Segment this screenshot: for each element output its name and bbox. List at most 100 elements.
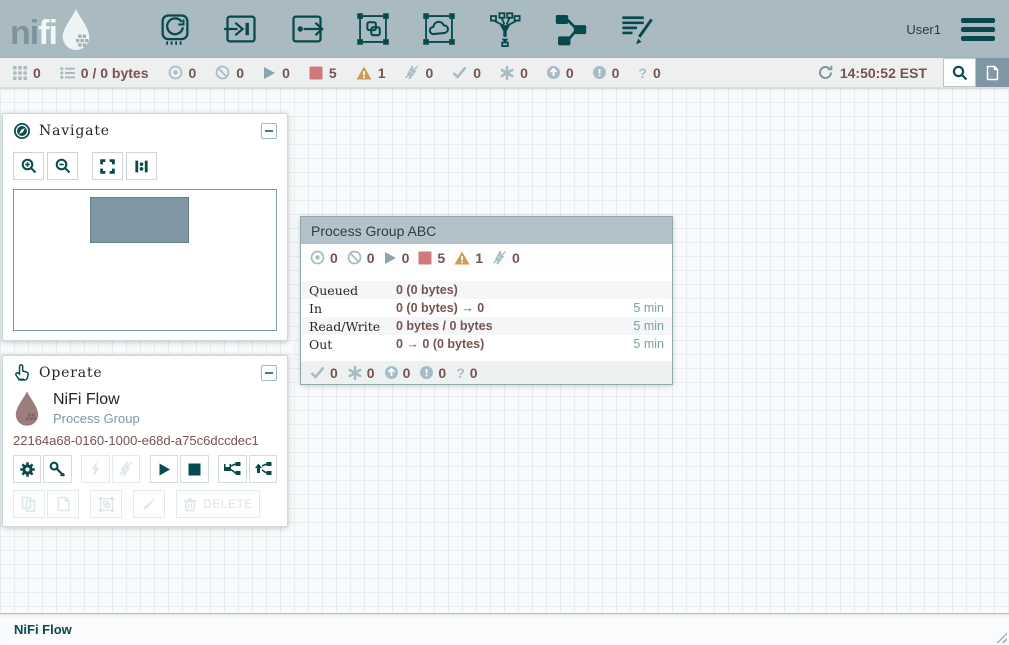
disable-button bbox=[112, 455, 140, 483]
pg-row-out: Out 0 → 0 (0 bytes) 5 min bbox=[301, 335, 672, 353]
process-group-stats: 0 0 0 5 bbox=[301, 244, 672, 271]
hand-pointer-icon bbox=[13, 364, 31, 382]
trash-icon bbox=[183, 497, 197, 512]
start-button[interactable] bbox=[150, 455, 178, 483]
template-icon[interactable] bbox=[552, 10, 590, 48]
process-group-icon[interactable] bbox=[354, 10, 392, 48]
delete-button: DELETE bbox=[176, 490, 260, 518]
sync-failure-icon: ? bbox=[456, 366, 465, 380]
selected-component-name: NiFi Flow bbox=[53, 391, 140, 409]
delete-button-label: DELETE bbox=[203, 497, 253, 511]
configure-button[interactable] bbox=[13, 455, 41, 483]
locally-modified-stat: 0 bbox=[500, 65, 528, 81]
refresh-icon bbox=[818, 65, 833, 80]
note-icon bbox=[985, 65, 1000, 81]
selected-component-summary: NiFi Flow Process Group bbox=[13, 390, 277, 426]
birdseye-viewport-rect[interactable] bbox=[90, 197, 189, 243]
transmitting-stat: 0 bbox=[168, 65, 197, 81]
funnel-icon[interactable] bbox=[486, 10, 524, 48]
navigate-collapse-button[interactable] bbox=[261, 123, 277, 139]
locally-modified-icon bbox=[500, 66, 514, 80]
logo-text-ni: ni bbox=[10, 14, 38, 52]
running-stat: 0 bbox=[263, 65, 290, 81]
selected-component-id: 22164a68-0160-1000-e68d-a75c6dccdec1 bbox=[13, 433, 277, 448]
processor-icon[interactable] bbox=[156, 10, 194, 48]
navigate-toolbar bbox=[13, 152, 287, 180]
stale-icon bbox=[547, 66, 560, 79]
active-threads-stat: 0 bbox=[13, 65, 41, 81]
zoom-out-button[interactable] bbox=[47, 152, 78, 180]
pg-stale-stat: 0 bbox=[385, 365, 411, 381]
gear-icon bbox=[19, 461, 36, 478]
invalid-stat: 1 bbox=[356, 65, 386, 81]
upload-template-button[interactable] bbox=[249, 455, 277, 483]
compass-icon bbox=[13, 122, 31, 140]
stop-button[interactable] bbox=[180, 455, 208, 483]
operate-panel: Operate NiFi Flow Process Group 22164a68… bbox=[2, 355, 288, 527]
flow-settings-button[interactable] bbox=[976, 58, 1009, 87]
zoom-fit-button[interactable] bbox=[92, 152, 123, 180]
navigate-header: Navigate bbox=[3, 114, 287, 146]
nifi-logo: nifi bbox=[0, 8, 120, 50]
up-to-date-icon bbox=[310, 366, 325, 379]
birdseye-outline[interactable] bbox=[13, 189, 277, 331]
process-group-component[interactable]: Process Group ABC 0 0 0 bbox=[300, 216, 673, 385]
key-icon bbox=[49, 461, 66, 478]
status-items: 0 0 / 0 bytes 0 bbox=[0, 58, 661, 87]
queued-icon bbox=[60, 66, 75, 80]
status-bar-right: 14:50:52 EST bbox=[818, 58, 1009, 87]
stopped-icon bbox=[418, 251, 432, 265]
operate-collapse-button[interactable] bbox=[261, 365, 277, 381]
remote-process-group-icon[interactable] bbox=[420, 10, 458, 48]
operate-header: Operate bbox=[3, 356, 287, 388]
refresh-button[interactable]: 14:50:52 EST bbox=[818, 58, 943, 87]
locally-modified-stale-stat: 0 bbox=[593, 65, 620, 81]
last-refresh-time: 14:50:52 EST bbox=[840, 65, 927, 81]
paste-button bbox=[47, 490, 79, 518]
pg-row-read-write: Read/Write 0 bytes / 0 bytes 5 min bbox=[301, 317, 672, 335]
pg-transmitting-stat: 0 bbox=[310, 250, 338, 266]
operate-buttons-row-2: DELETE bbox=[13, 490, 277, 518]
pg-locally-modified-stale-stat: 0 bbox=[420, 365, 446, 381]
label-icon[interactable] bbox=[618, 10, 656, 48]
sync-failure-stat: ? 0 bbox=[638, 65, 660, 81]
disabled-icon bbox=[492, 250, 507, 265]
save-template-button[interactable] bbox=[218, 455, 246, 483]
nifi-window: nifi bbox=[0, 0, 1009, 645]
operate-buttons-row-1 bbox=[13, 455, 277, 483]
running-icon bbox=[384, 251, 397, 265]
zoom-actual-size-button[interactable] bbox=[126, 152, 157, 180]
pg-locally-modified-stat: 0 bbox=[348, 365, 375, 381]
pg-stopped-stat: 5 bbox=[418, 250, 445, 266]
selected-component-type: Process Group bbox=[53, 411, 140, 426]
access-policies-button[interactable] bbox=[43, 455, 71, 483]
status-bar: 0 0 / 0 bytes 0 bbox=[0, 58, 1009, 88]
input-port-icon[interactable] bbox=[222, 10, 260, 48]
color-button bbox=[133, 490, 165, 518]
pg-not-transmitting-stat: 0 bbox=[347, 250, 375, 266]
disabled-icon bbox=[404, 65, 419, 80]
pg-version-stats: 0 0 0 0 ? bbox=[301, 361, 672, 384]
global-menu-button[interactable] bbox=[959, 14, 997, 45]
play-icon bbox=[157, 462, 172, 477]
copy-button bbox=[13, 490, 45, 518]
upload-template-icon bbox=[254, 461, 272, 477]
output-port-icon[interactable] bbox=[288, 10, 326, 48]
invalid-icon bbox=[454, 251, 470, 265]
breadcrumb-root-link[interactable]: NiFi Flow bbox=[14, 622, 72, 637]
lightning-slash-icon bbox=[118, 461, 133, 477]
stopped-stat: 5 bbox=[309, 65, 337, 81]
stopped-icon bbox=[309, 66, 323, 80]
zoom-in-button[interactable] bbox=[13, 152, 44, 180]
search-button[interactable] bbox=[943, 58, 976, 87]
process-group-name: Process Group ABC bbox=[301, 217, 672, 244]
header-right: User1 bbox=[906, 14, 1009, 45]
not-transmitting-stat: 0 bbox=[215, 65, 244, 81]
not-transmitting-icon bbox=[215, 65, 230, 80]
transmitting-icon bbox=[310, 250, 325, 265]
pg-row-queued: Queued 0 (0 bytes) bbox=[301, 281, 672, 299]
stop-icon bbox=[187, 462, 202, 477]
queued-stat: 0 / 0 bytes bbox=[60, 65, 149, 81]
not-transmitting-icon bbox=[347, 250, 362, 265]
breadcrumb-resize-handle[interactable] bbox=[996, 632, 1007, 643]
